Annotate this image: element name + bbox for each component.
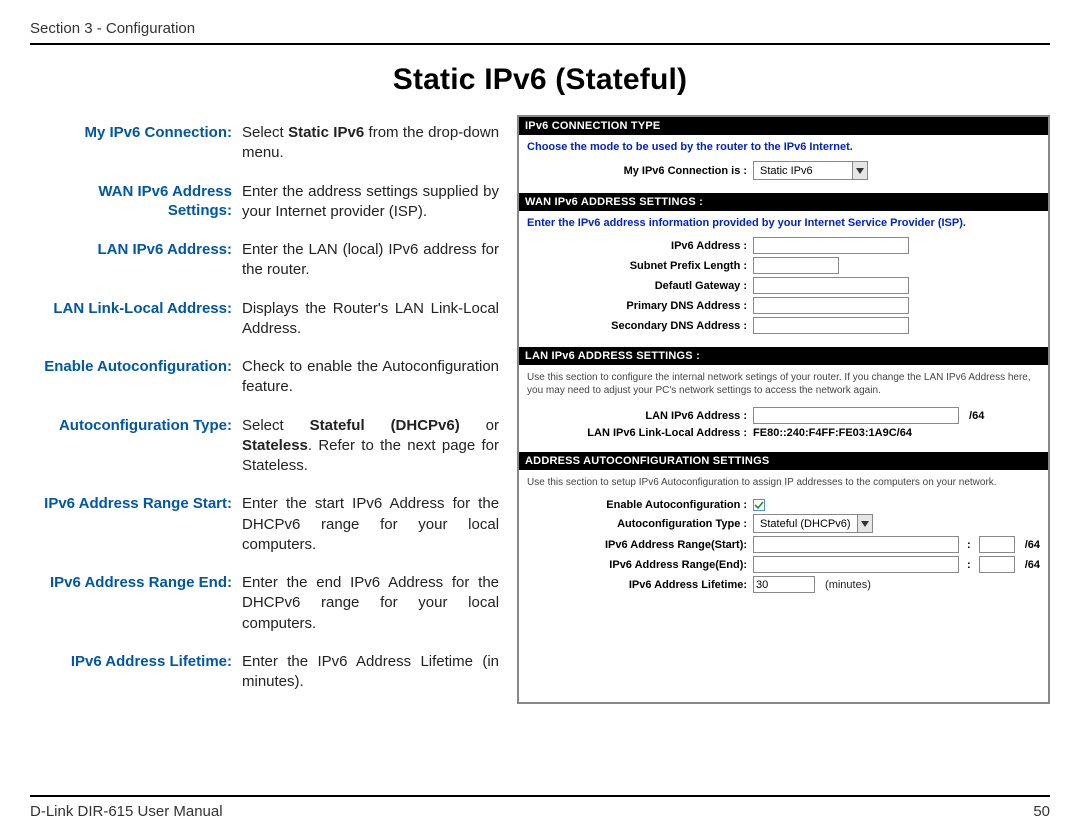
label-lan-ipv6-address: LAN IPv6 Address : (527, 410, 753, 422)
suffix-64: /64 (1019, 559, 1040, 571)
hint-lan-settings: Use this section to configure the intern… (527, 371, 1040, 397)
input-default-gateway[interactable] (753, 277, 909, 294)
term-range-end: IPv6 Address Range End: (32, 567, 236, 644)
section-header: Section 3 - Configuration (30, 20, 1050, 45)
desc-lifetime: Enter the IPv6 Address Lifetime (in minu… (238, 646, 505, 703)
term-enable-auto: Enable Autoconfiguration: (32, 351, 236, 408)
term-lifetime: IPv6 Address Lifetime: (32, 646, 236, 703)
term-range-start: IPv6 Address Range Start: (32, 488, 236, 565)
suffix-64: /64 (1019, 539, 1040, 551)
bar-wan-settings: WAN IPv6 ADDRESS SETTINGS : (519, 193, 1048, 211)
desc-lan-linklocal: Displays the Router's LAN Link-Local Add… (238, 293, 505, 350)
label-enable-autoconf: Enable Autoconfiguration : (527, 499, 753, 511)
chevron-down-icon (857, 515, 872, 532)
label-ipv6-address: IPv6 Address : (527, 240, 753, 252)
term-lan-linklocal: LAN Link-Local Address: (32, 293, 236, 350)
input-primary-dns[interactable] (753, 297, 909, 314)
desc-range-start: Enter the start IPv6 Address for the DHC… (238, 488, 505, 565)
desc-enable-auto: Check to enable the Autoconfiguration fe… (238, 351, 505, 408)
desc-my-ipv6: Select Static IPv6 from the drop-down me… (238, 117, 505, 174)
input-ipv6-address[interactable] (753, 237, 909, 254)
range-colon: : (963, 539, 975, 551)
input-lifetime[interactable] (753, 576, 815, 593)
chevron-down-icon (852, 162, 867, 179)
select-my-ipv6-connection[interactable]: Static IPv6 (753, 161, 868, 180)
select-value: Stateful (DHCPv6) (754, 518, 856, 530)
footer-page-number: 50 (1033, 803, 1050, 820)
value-lan-linklocal: FE80::240:F4FF:FE03:1A9C/64 (753, 427, 912, 439)
router-ui-screenshot: IPv6 CONNECTION TYPE Choose the mode to … (517, 115, 1050, 704)
label-my-ipv6-connection: My IPv6 Connection is : (527, 165, 753, 177)
page-title: Static IPv6 (Stateful) (30, 63, 1050, 97)
input-range-start-suffix[interactable] (979, 536, 1015, 553)
label-range-end: IPv6 Address Range(End): (527, 559, 753, 571)
input-lan-ipv6-address[interactable] (753, 407, 959, 424)
desc-auto-type: Select Stateful (DHCPv6) or Stateless. R… (238, 410, 505, 487)
range-colon: : (963, 559, 975, 571)
label-subnet-prefix: Subnet Prefix Length : (527, 260, 753, 272)
hint-conn-type: Choose the mode to be used by the router… (527, 141, 1040, 153)
definitions-table: My IPv6 Connection: Select Static IPv6 f… (30, 115, 507, 704)
term-auto-type: Autoconfiguration Type: (32, 410, 236, 487)
select-autoconf-type[interactable]: Stateful (DHCPv6) (753, 514, 872, 533)
term-my-ipv6: My IPv6 Connection: (32, 117, 236, 174)
input-range-end-suffix[interactable] (979, 556, 1015, 573)
label-lifetime: IPv6 Address Lifetime: (527, 579, 753, 591)
bar-lan-settings: LAN IPv6 ADDRESS SETTINGS : (519, 347, 1048, 365)
input-range-end-prefix[interactable] (753, 556, 959, 573)
label-secondary-dns: Secondary DNS Address : (527, 320, 753, 332)
hint-autoconf: Use this section to setup IPv6 Autoconfi… (527, 476, 1040, 489)
label-default-gateway: Defautl Gateway : (527, 280, 753, 292)
input-range-start-prefix[interactable] (753, 536, 959, 553)
hint-wan-settings: Enter the IPv6 address information provi… (527, 217, 1040, 229)
desc-lan-addr: Enter the LAN (local) IPv6 address for t… (238, 234, 505, 291)
input-subnet-prefix[interactable] (753, 257, 839, 274)
checkbox-enable-autoconf[interactable] (753, 499, 765, 511)
label-primary-dns: Primary DNS Address : (527, 300, 753, 312)
label-lan-linklocal: LAN IPv6 Link-Local Address : (527, 427, 753, 439)
bar-autoconf: ADDRESS AUTOCONFIGURATION SETTINGS (519, 452, 1048, 470)
unit-minutes: (minutes) (819, 579, 871, 591)
input-secondary-dns[interactable] (753, 317, 909, 334)
label-range-start: IPv6 Address Range(Start): (527, 539, 753, 551)
bar-conn-type: IPv6 CONNECTION TYPE (519, 117, 1048, 135)
label-autoconf-type: Autoconfiguration Type : (527, 518, 753, 530)
term-wan-settings: WAN IPv6 Address Settings: (32, 176, 236, 233)
desc-range-end: Enter the end IPv6 Address for the DHCPv… (238, 567, 505, 644)
term-lan-addr: LAN IPv6 Address: (32, 234, 236, 291)
check-icon (754, 500, 764, 510)
suffix-64: /64 (963, 410, 984, 422)
select-value: Static IPv6 (754, 165, 852, 177)
desc-wan-settings: Enter the address settings supplied by y… (238, 176, 505, 233)
footer-manual: D-Link DIR-615 User Manual (30, 803, 223, 820)
